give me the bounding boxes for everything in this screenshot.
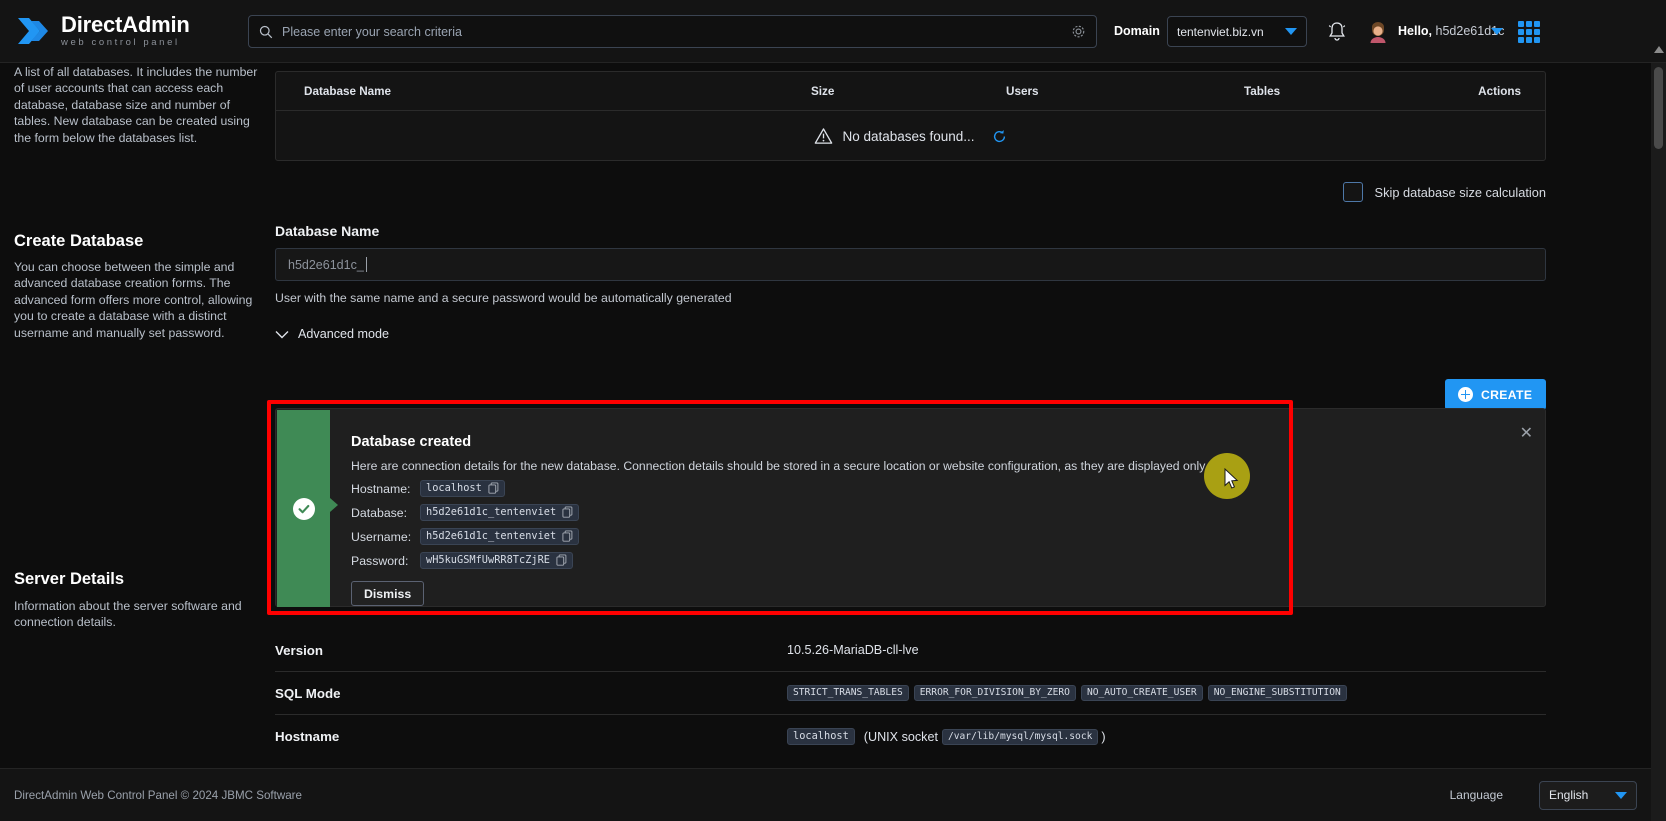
socket-suffix: )	[1101, 729, 1106, 744]
create-database-heading: Create Database	[14, 232, 144, 250]
plus-circle-icon	[1458, 387, 1473, 402]
create-button[interactable]: CREATE	[1445, 379, 1546, 410]
column-tables[interactable]: Tables	[1244, 85, 1280, 98]
advanced-mode-label: Advanced mode	[298, 327, 390, 341]
directadmin-page: DirectAdmin web control panel Domain ten…	[0, 0, 1666, 821]
column-database-name[interactable]: Database Name	[304, 85, 391, 98]
detail-key: Hostname	[275, 729, 340, 744]
column-users[interactable]: Users	[1006, 85, 1039, 98]
language-selector[interactable]: English	[1539, 780, 1637, 810]
table-header-row: Database Name Size Users Tables Actions	[276, 72, 1545, 111]
hostname-chip: localhost	[787, 728, 855, 745]
detail-value: 10.5.26-MariaDB-cll-lve	[787, 643, 919, 657]
chevron-down-icon	[275, 330, 289, 338]
skip-size-calculation-row[interactable]: Skip database size calculation	[275, 171, 1546, 213]
column-actions[interactable]: Actions	[1478, 85, 1521, 98]
language-label: Language	[1449, 788, 1503, 802]
databases-description: A list of all databases. It includes the…	[14, 65, 258, 145]
detail-value: localhost (UNIX socket /var/lib/mysql/my…	[787, 728, 1110, 745]
empty-state: No databases found...	[276, 111, 1545, 161]
databases-table: Database Name Size Users Tables Actions …	[275, 71, 1546, 161]
grid-apps-icon[interactable]	[1518, 21, 1540, 43]
brand-subtitle: web control panel	[61, 37, 180, 49]
gear-icon[interactable]	[1071, 24, 1086, 39]
database-name-hint: User with the same name and a secure pas…	[275, 291, 732, 305]
domain-selected-value: tentenviet.biz.vn	[1177, 24, 1264, 39]
skip-size-calculation-label: Skip database size calculation	[1374, 184, 1546, 200]
search-icon	[259, 25, 273, 38]
sql-mode-chip: ERROR_FOR_DIVISION_BY_ZERO	[913, 685, 1076, 701]
sql-mode-chip: NO_AUTO_CREATE_USER	[1080, 685, 1203, 701]
search-input[interactable]	[282, 24, 1071, 39]
footer-copyright: DirectAdmin Web Control Panel © 2024 JBM…	[14, 788, 302, 802]
server-detail-row-hostname: Hostname localhost (UNIX socket /var/lib…	[275, 715, 1546, 758]
server-detail-row-version: Version 10.5.26-MariaDB-cll-lve	[275, 629, 1546, 672]
vertical-scrollbar[interactable]	[1651, 63, 1666, 821]
mouse-cursor-icon	[1224, 468, 1239, 489]
detail-key: Version	[275, 642, 324, 658]
chevron-down-icon	[1615, 791, 1627, 799]
database-name-label: Database Name	[275, 223, 380, 239]
advanced-mode-toggle[interactable]: Advanced mode	[275, 327, 1546, 341]
database-name-value: h5d2e61d1c_	[288, 257, 364, 272]
greeting-prefix: Hello,	[1398, 24, 1433, 38]
domain-selector[interactable]: tentenviet.biz.vn	[1167, 16, 1307, 47]
bell-notification-icon[interactable]	[1326, 20, 1348, 44]
directadmin-logo-icon	[18, 18, 48, 44]
chevron-down-icon	[1285, 28, 1297, 35]
database-name-input[interactable]: h5d2e61d1c_	[275, 248, 1546, 281]
sql-mode-chip: NO_ENGINE_SUBSTITUTION	[1207, 685, 1347, 701]
column-size[interactable]: Size	[811, 85, 834, 98]
close-icon[interactable]: ✕	[1520, 426, 1533, 442]
language-selected-value: English	[1549, 788, 1589, 802]
socket-path-chip: /var/lib/mysql/mysql.sock	[941, 728, 1099, 745]
sql-mode-chip: STRICT_TRANS_TABLES	[787, 685, 909, 701]
top-header: DirectAdmin web control panel Domain ten…	[0, 0, 1666, 63]
user-menu-chevron-down-icon[interactable]	[1491, 28, 1503, 35]
user-avatar-icon[interactable]	[1368, 21, 1388, 43]
socket-prefix: (UNIX socket	[863, 729, 938, 744]
scrollbar-thumb[interactable]	[1654, 67, 1663, 149]
create-database-form: Database Name h5d2e61d1c_ User with the …	[275, 223, 1546, 410]
server-details-description: Information about the server software an…	[14, 599, 242, 630]
refresh-icon[interactable]	[992, 129, 1007, 144]
create-button-label: CREATE	[1481, 387, 1533, 402]
detail-value: STRICT_TRANS_TABLES ERROR_FOR_DIVISION_B…	[787, 685, 1352, 701]
scroll-up-arrow-icon[interactable]	[1654, 46, 1664, 53]
page-footer: DirectAdmin Web Control Panel © 2024 JBM…	[0, 768, 1651, 821]
server-details-heading: Server Details	[14, 570, 125, 588]
server-detail-row-sql-mode: SQL Mode STRICT_TRANS_TABLES ERROR_FOR_D…	[275, 672, 1546, 715]
main-content: A list of all databases. It includes the…	[0, 63, 1651, 821]
create-database-description: You can choose between the simple and ad…	[14, 260, 253, 340]
skip-size-calculation-checkbox[interactable]	[1342, 182, 1363, 202]
brand-title-admin: Admin	[122, 12, 190, 38]
detail-key: SQL Mode	[275, 685, 341, 701]
alert-highlight-box	[267, 400, 1293, 615]
brand-logo[interactable]: DirectAdmin web control panel	[16, 14, 190, 48]
text-caret	[365, 257, 367, 272]
server-details-table: Version 10.5.26-MariaDB-cll-lve SQL Mode…	[275, 629, 1546, 758]
domain-label: Domain	[1114, 24, 1160, 38]
user-greeting[interactable]: Hello, h5d2e61d1c	[1398, 24, 1504, 38]
warning-triangle-icon	[815, 128, 833, 144]
empty-state-label: No databases found...	[842, 128, 975, 144]
brand-title-direct: Direct	[61, 12, 123, 38]
search-bar[interactable]	[248, 15, 1097, 48]
